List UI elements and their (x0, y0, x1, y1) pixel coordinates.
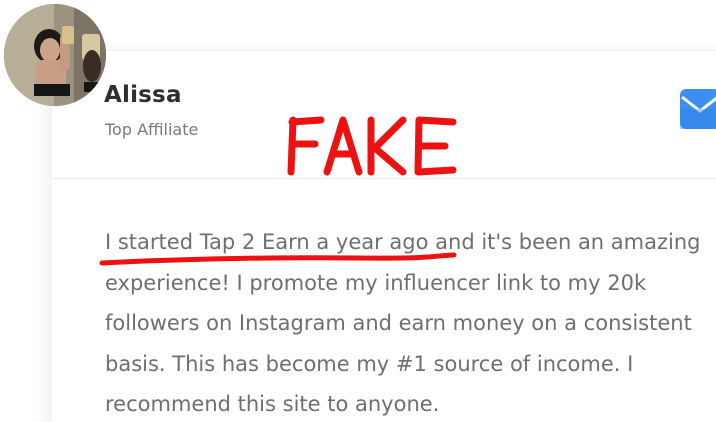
red-underline-annotation (99, 252, 457, 266)
testimonial-page: Alissa Top Affiliate I started Tap 2 Ear… (0, 0, 716, 422)
profile-name: Alissa (104, 82, 182, 108)
mail-icon[interactable] (680, 89, 716, 129)
fake-stamp-annotation (287, 116, 457, 176)
avatar (4, 4, 106, 106)
profile-role: Top Affiliate (105, 120, 199, 139)
avatar-photo (4, 4, 106, 106)
